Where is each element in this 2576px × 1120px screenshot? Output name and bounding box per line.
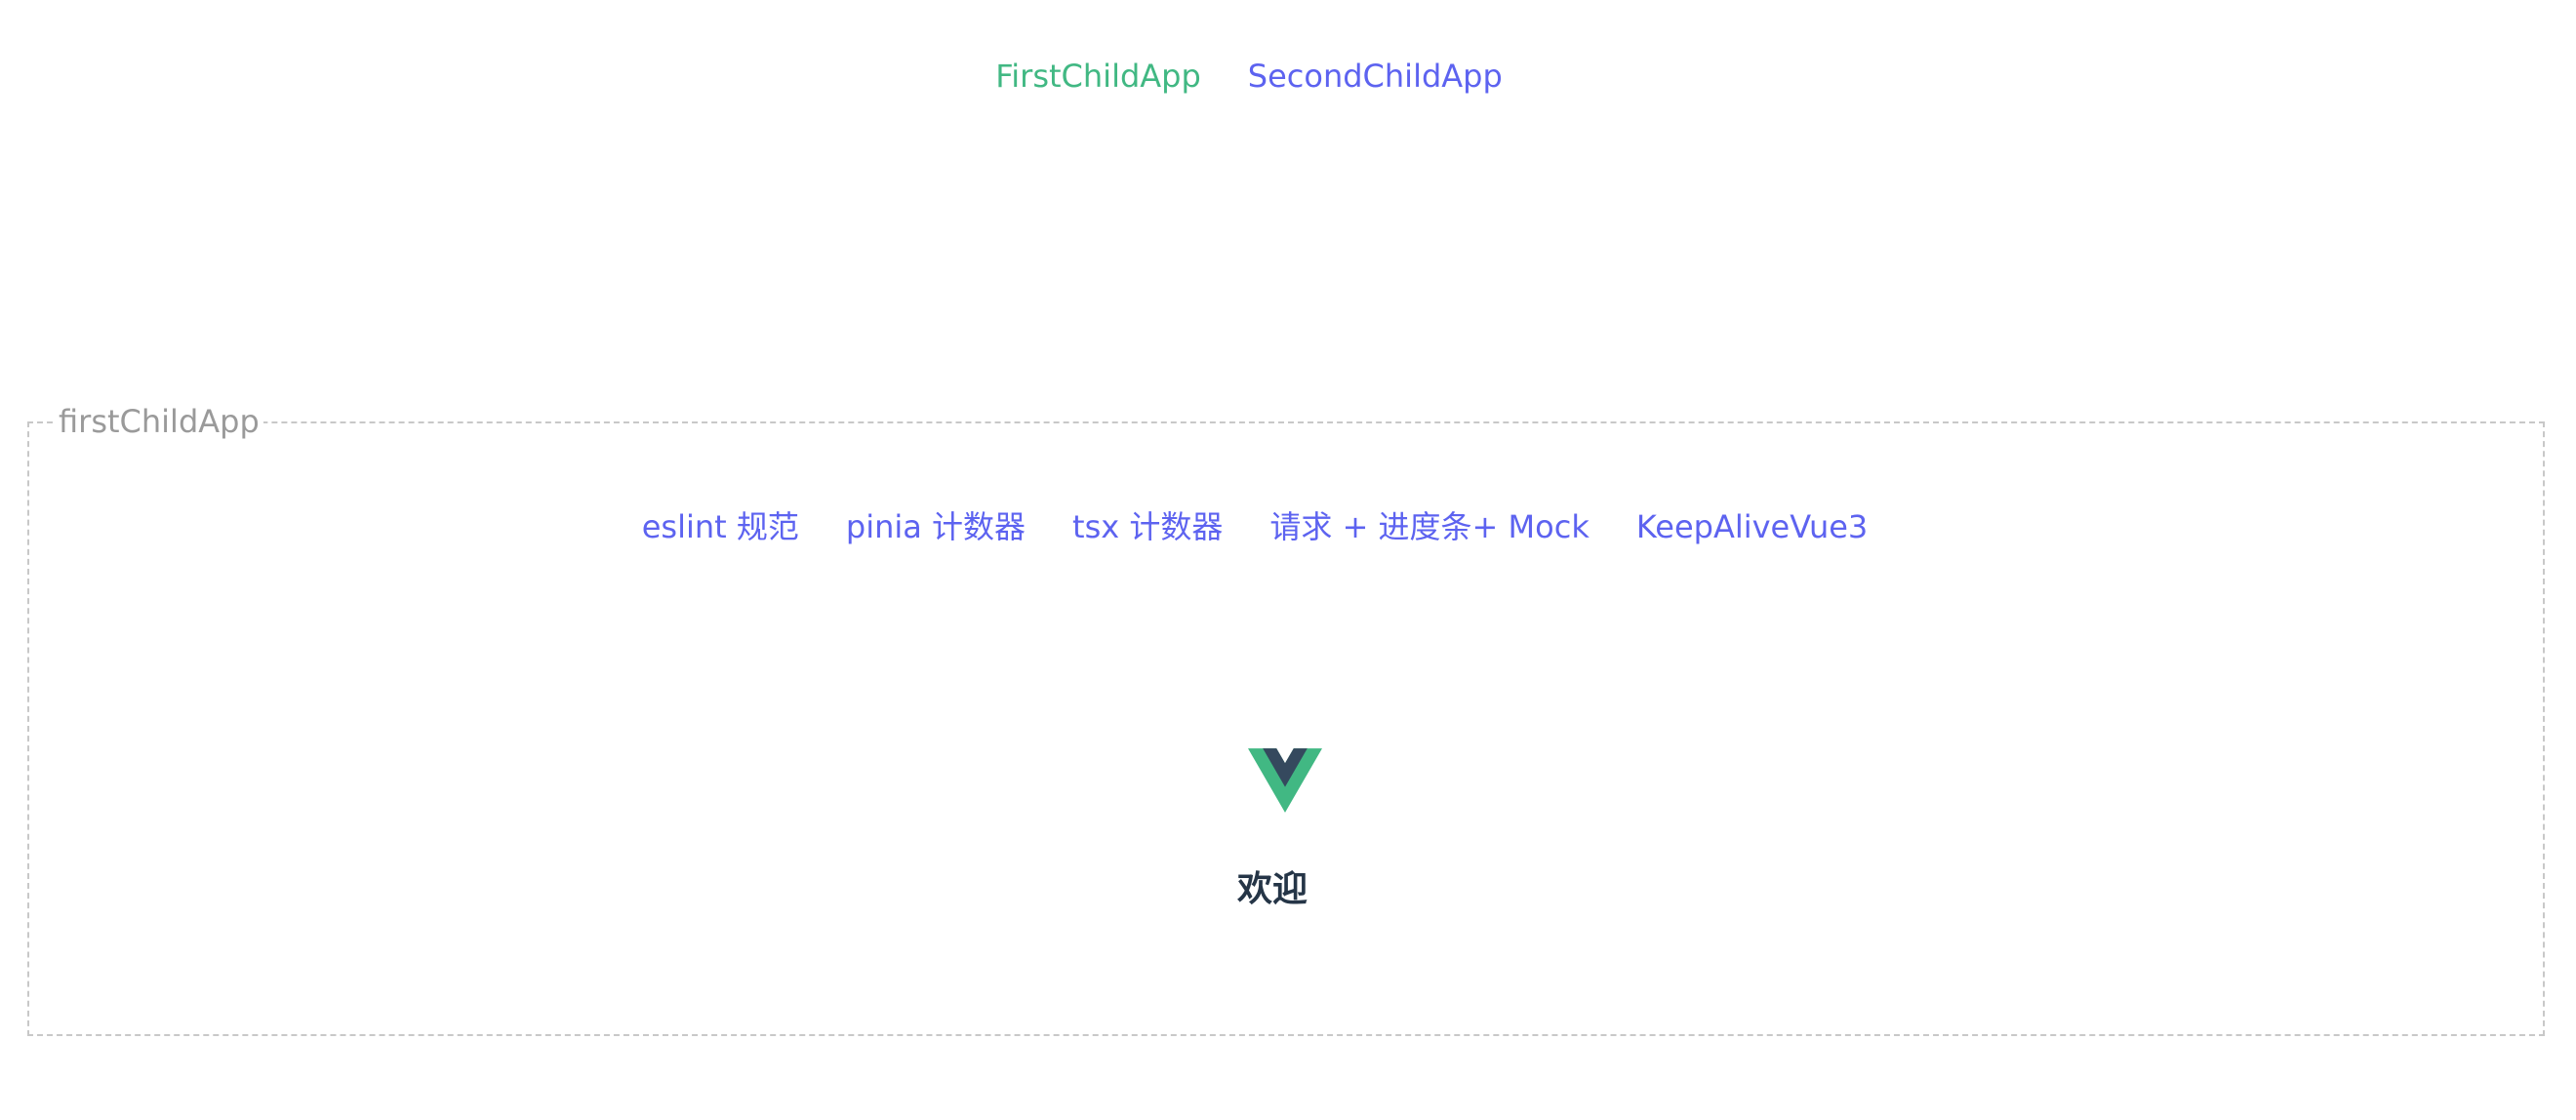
micro-app-legend: firstChildApp <box>55 402 263 441</box>
nav-link-pinia-counter[interactable]: pinia 计数器 <box>846 503 1026 550</box>
nav-link-tsx-counter[interactable]: tsx 计数器 <box>1072 503 1223 550</box>
page-root: FirstChildApp SecondChildApp firstChildA… <box>0 0 2576 1120</box>
welcome-heading: 欢迎 <box>1236 869 1308 909</box>
nav-link-first-child-app[interactable]: FirstChildApp <box>995 53 1201 100</box>
vue-logo-icon <box>1248 748 1322 813</box>
main-app-nav: FirstChildApp SecondChildApp <box>0 53 2537 100</box>
nav-link-eslint[interactable]: eslint 规范 <box>642 503 799 550</box>
nav-link-request-progress-mock[interactable]: 请求 + 进度条+ Mock <box>1269 503 1589 550</box>
child-app-nav: eslint 规范 pinia 计数器 tsx 计数器 请求 + 进度条+ Mo… <box>0 503 2512 550</box>
nav-link-keepalive-vue3[interactable]: KeepAliveVue3 <box>1636 503 1868 550</box>
micro-app-container: firstChildApp eslint 规范 pinia 计数器 tsx 计数… <box>27 402 2545 1036</box>
nav-link-second-child-app[interactable]: SecondChildApp <box>1248 53 1503 100</box>
